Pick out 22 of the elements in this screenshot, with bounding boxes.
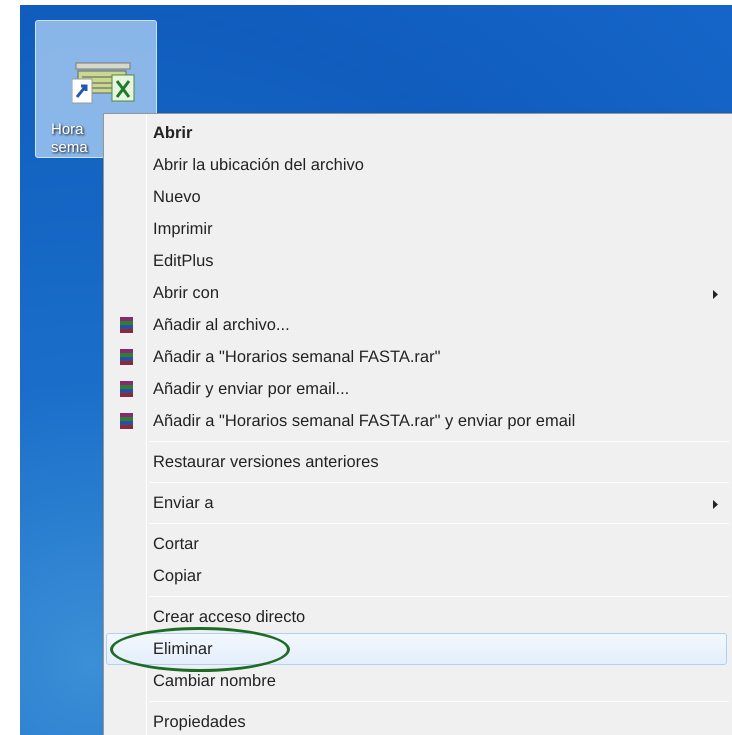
menu-item[interactable]: Añadir a "Horarios semanal FASTA.rar" y enviar por email xyxy=(106,405,727,437)
menu-item[interactable]: Enviar a xyxy=(106,487,727,519)
stacked-books-icon xyxy=(119,381,134,397)
menu-item[interactable]: Imprimir xyxy=(106,213,727,245)
stacked-books-icon xyxy=(119,349,134,365)
menu-item[interactable]: Añadir a "Horarios semanal FASTA.rar" xyxy=(106,341,727,373)
menu-item[interactable]: Nuevo xyxy=(106,181,727,213)
menu-item[interactable]: Añadir y enviar por email... xyxy=(106,373,727,405)
menu-item[interactable]: EditPlus xyxy=(106,245,727,277)
menu-item[interactable]: Cambiar nombre xyxy=(106,665,727,697)
menu-item[interactable]: Añadir al archivo... xyxy=(106,309,727,341)
icon-label: Hora xyxy=(51,121,84,139)
menu-item[interactable]: Copiar xyxy=(106,560,727,592)
menu-item[interactable]: Abrir con xyxy=(106,277,727,309)
icon-label: sema xyxy=(51,139,88,157)
stacked-books-icon xyxy=(119,317,134,333)
menu-item[interactable]: Restaurar versiones anteriores xyxy=(106,446,727,478)
menu-item[interactable]: Eliminar xyxy=(106,633,727,665)
menu-item[interactable]: Crear acceso directo xyxy=(106,601,727,633)
menu-item[interactable]: Propiedades xyxy=(106,706,727,735)
menu-item[interactable]: Cortar xyxy=(106,528,727,560)
stacked-books-icon xyxy=(119,413,134,429)
